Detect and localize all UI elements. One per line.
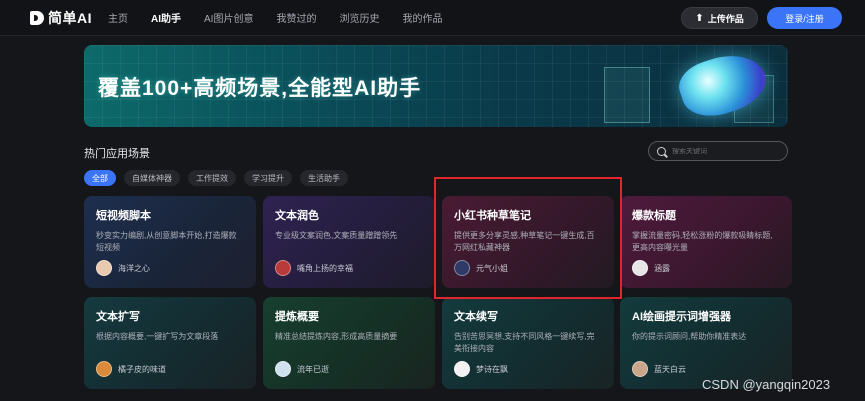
banner-title: 覆盖100+高频场景,全能型AI助手 [98,77,422,100]
author-name: 橘子皮的味道 [118,364,166,374]
nav-item-home[interactable]: 主页 [108,10,128,25]
card-title: 小红书种草笔记 [454,210,531,222]
card-title: 文本续写 [454,311,498,323]
author-name: 流年已逝 [297,364,329,374]
card-author: 梦诗在飘 [454,361,508,377]
card-author: 涵露 [632,260,670,276]
author-name: 元气小姐 [476,263,508,273]
card-description: 专业级文案润色,文案质量蹭蹭领先 [275,231,398,240]
card-author: 嘴角上扬的幸福 [275,260,353,276]
card-title: 爆款标题 [632,210,676,222]
nav-item-my-works[interactable]: 我的作品 [402,10,442,25]
author-name: 嘴角上扬的幸福 [297,263,353,273]
scenario-card[interactable]: 文本扩写 根据内容概要,一键扩写为文章段落 橘子皮的味道 [84,297,256,389]
scenario-card[interactable]: 文本润色 专业级文案润色,文案质量蹭蹭领先 嘴角上扬的幸福 [263,196,435,288]
card-author: 元气小姐 [454,260,508,276]
avatar [96,361,112,377]
card-author: 流年已逝 [275,361,329,377]
filter-chip-study[interactable]: 学习提升 [244,170,292,186]
category-filters: 全部 自媒体神器 工作提效 学习提升 生活助手 [84,170,356,186]
card-title: 文本扩写 [96,311,140,323]
card-description: 掌握流量密码,轻松涨粉的爆款吸睛标题,更高内容曝光量 [632,231,773,252]
search-input[interactable] [672,147,782,155]
author-name: 梦诗在飘 [476,364,508,374]
avatar [454,361,470,377]
filter-chip-all[interactable]: 全部 [84,170,116,186]
card-author: 橘子皮的味道 [96,361,166,377]
scenario-card[interactable]: 短视频脚本 秒变实力编剧,从创意脚本开始,打造爆款短视频 海洋之心 [84,196,256,288]
author-name: 蓝天白云 [654,364,686,374]
filter-chip-work[interactable]: 工作提效 [188,170,236,186]
avatar [632,361,648,377]
login-button[interactable]: 登录/注册 [767,7,842,29]
search-box[interactable] [648,141,788,161]
main-nav: 主页 AI助手 AI图片创意 我赞过的 浏览历史 我的作品 [108,10,465,25]
scenario-card[interactable]: 爆款标题 掌握流量密码,轻松涨粉的爆款吸睛标题,更高内容曝光量 涵露 [620,196,792,288]
upload-button[interactable]: ⬆ 上传作品 [681,7,758,29]
scenario-card[interactable]: 文本续写 告别苦思冥想,支持不同风格一键续写,完美衔接内容 梦诗在飘 [442,297,614,389]
avatar [275,260,291,276]
card-title: 短视频脚本 [96,210,151,222]
scenario-card[interactable]: 提炼概要 精准总结提炼内容,形成高质量摘要 流年已逝 [263,297,435,389]
card-description: 根据内容概要,一键扩写为文章段落 [96,332,219,341]
section-title: 热门应用场景 [84,148,150,160]
promo-banner[interactable]: 覆盖100+高频场景,全能型AI助手 [84,45,788,127]
app-logo[interactable]: 简单AI [30,8,96,28]
glass-shape [604,67,650,123]
filter-chip-life[interactable]: 生活助手 [300,170,348,186]
nav-item-history[interactable]: 浏览历史 [339,10,379,25]
card-description: 提供更多分享灵感,种草笔记一键生成,百万网红私藏神器 [454,231,595,252]
scenario-card[interactable]: 小红书种草笔记 提供更多分享灵感,种草笔记一键生成,百万网红私藏神器 元气小姐 [442,196,614,288]
nav-item-liked[interactable]: 我赞过的 [276,10,316,25]
avatar [275,361,291,377]
avatar [96,260,112,276]
card-description: 告别苦思冥想,支持不同风格一键续写,完美衔接内容 [454,332,595,353]
card-author: 蓝天白云 [632,361,686,377]
watermark: CSDN @yangqin2023 [702,377,831,392]
card-title: 文本润色 [275,210,319,222]
nav-item-ai-image[interactable]: AI图片创意 [204,10,253,25]
app-name: 简单AI [48,9,92,26]
logo-icon [30,10,44,25]
avatar [632,260,648,276]
card-description: 秒变实力编剧,从创意脚本开始,打造爆款短视频 [96,231,237,252]
card-title: AI绘画提示词增强器 [632,311,731,323]
nav-item-ai-assistant[interactable]: AI助手 [151,10,181,25]
card-title: 提炼概要 [275,311,319,323]
card-author: 海洋之心 [96,260,150,276]
author-name: 海洋之心 [118,263,150,273]
card-description: 你的提示词顾问,帮助你精准表达 [632,332,747,341]
search-icon [657,146,666,156]
scenario-card[interactable]: AI绘画提示词增强器 你的提示词顾问,帮助你精准表达 蓝天白云 [620,297,792,389]
author-name: 涵露 [654,263,670,273]
upload-label: 上传作品 [707,13,744,24]
card-description: 精准总结提炼内容,形成高质量摘要 [275,332,398,341]
filter-chip-self-media[interactable]: 自媒体神器 [124,170,180,186]
avatar [454,260,470,276]
upload-icon: ⬆ [695,12,704,24]
